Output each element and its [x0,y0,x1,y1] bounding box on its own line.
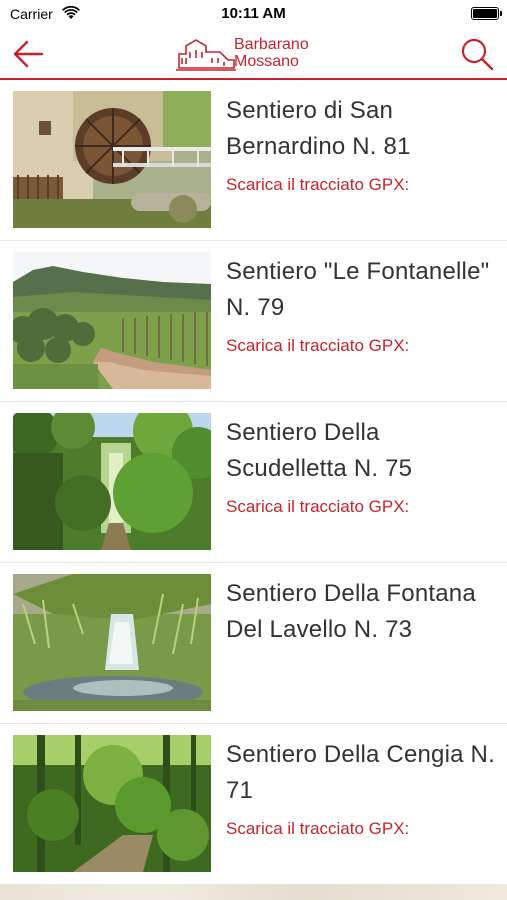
battery-icon [471,7,502,20]
logo-line-2: Mossano [234,53,299,70]
list-item[interactable]: Sentiero Della Scudelletta N. 75 Scarica… [0,402,507,563]
trail-title: Sentiero Della Cengia N. 71 [226,741,495,804]
list-item[interactable]: Sentiero Della Cengia N. 71 Scarica il t… [0,724,507,885]
list-item[interactable]: Sentiero "Le Fontanelle" N. 79 Scarica i… [0,241,507,402]
trail-title: Sentiero "Le Fontanelle" N. 79 [226,258,490,321]
gpx-download-link[interactable]: Scarica il tracciato GPX: [226,336,409,356]
logo-wordmark: Barbarano Mossano [234,36,309,70]
trail-thumbnail [13,252,211,389]
trail-thumbnail [13,735,211,872]
woodland-trail-image [13,735,211,872]
stream-spring-image [13,574,211,711]
gpx-download-link[interactable]: Scarica il tracciato GPX: [226,175,409,195]
castle-logo-icon [176,39,236,71]
list-item[interactable]: Sentiero di San Bernardino N. 81 Scarica… [0,80,507,241]
search-button[interactable] [457,34,497,74]
arrow-left-icon [13,40,44,68]
navigation-bar: Barbarano Mossano [0,28,507,80]
trail-title: Sentiero Della Scudelletta N. 75 [226,419,413,482]
trail-thumbnail [13,574,211,711]
trail-title: Sentiero Della Fontana Del Lavello N. 73 [226,580,476,643]
logo-line-1: Barbarano [234,36,309,53]
footer-texture [0,884,507,900]
trail-title: Sentiero di San Bernardino N. 81 [226,97,411,160]
trail-list: Sentiero di San Bernardino N. 81 Scarica… [0,80,507,885]
vineyard-road-image [13,252,211,389]
gpx-download-link[interactable]: Scarica il tracciato GPX: [226,819,409,839]
gpx-download-link[interactable]: Scarica il tracciato GPX: [226,497,409,517]
trail-thumbnail [13,91,211,228]
water-mill-image [13,91,211,228]
list-item[interactable]: Sentiero Della Fontana Del Lavello N. 73 [0,563,507,724]
status-bar: Carrier 10:11 AM [0,0,507,28]
app-logo: Barbarano Mossano [176,32,336,74]
back-button[interactable] [8,36,48,72]
forest-path-image [13,413,211,550]
search-icon [461,38,494,71]
trail-thumbnail [13,413,211,550]
clock: 10:11 AM [221,5,286,22]
